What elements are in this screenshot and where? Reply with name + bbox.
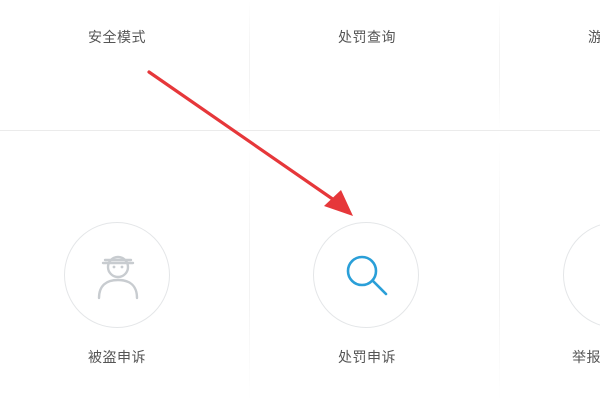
icon-circle <box>563 222 600 328</box>
tile-label: 处罚查询 <box>338 30 396 46</box>
arrow-head <box>324 190 353 216</box>
masked-person-icon <box>97 255 139 300</box>
tile-third-top[interactable]: 游 <box>578 20 600 60</box>
column-divider <box>499 0 500 130</box>
column-divider <box>249 0 250 130</box>
tile-label: 被盗申诉 <box>88 350 146 366</box>
tile-safe-mode[interactable]: 安全模式 <box>60 20 180 60</box>
tile-label: 游 <box>588 30 600 46</box>
row-divider <box>0 130 600 131</box>
tile-label: 安全模式 <box>88 30 146 46</box>
tile-penalty-query[interactable]: 处罚查询 <box>310 20 430 60</box>
column-divider <box>499 140 500 401</box>
icon-circle <box>64 222 170 328</box>
search-icon <box>346 255 388 296</box>
icon-circle <box>313 222 419 328</box>
tile-label: 举报 <box>572 350 600 366</box>
tile-penalty-appeal[interactable]: 处罚申诉 <box>310 220 430 380</box>
tile-report[interactable]: 举报 <box>560 220 600 380</box>
tile-label: 处罚申诉 <box>338 350 396 366</box>
column-divider <box>249 140 250 401</box>
service-grid: 安全模式 处罚查询 游 被盗申诉 处罚申诉 举报 <box>0 0 600 401</box>
tile-stolen-appeal[interactable]: 被盗申诉 <box>60 220 180 380</box>
